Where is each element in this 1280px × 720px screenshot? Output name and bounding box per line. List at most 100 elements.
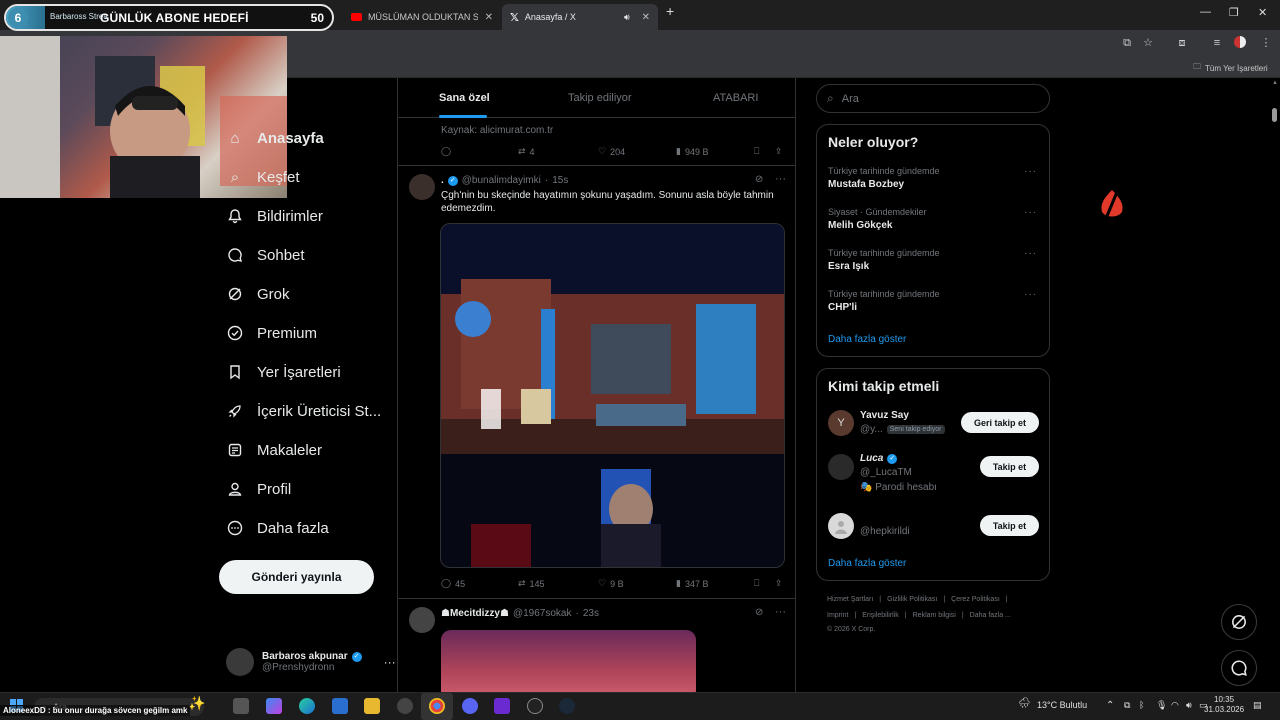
microphone-icon[interactable]: 🎙︎ xyxy=(1156,700,1167,711)
post-more-icon[interactable]: ··· xyxy=(775,606,786,618)
post-time[interactable]: 23s xyxy=(583,608,599,619)
nav-notifications[interactable]: Bildirimler xyxy=(226,207,323,225)
profile-avatar-icon[interactable] xyxy=(1233,36,1247,50)
nav-explore[interactable]: ⌕ Keşfet xyxy=(226,168,300,186)
minimize-icon[interactable]: — xyxy=(1200,6,1211,18)
post-author-handle[interactable]: @bunalimdayimki xyxy=(462,175,541,186)
notifications-icon[interactable]: ▤ xyxy=(1253,700,1262,711)
follow-back-button[interactable]: Geri takip et xyxy=(961,412,1039,433)
show-more-follows-link[interactable]: Daha fazla göster xyxy=(828,558,906,569)
install-app-icon[interactable]: ⧉ xyxy=(1120,36,1134,50)
post-author-handle[interactable]: @1967sokak xyxy=(513,608,572,619)
footer-link[interactable]: Imprint xyxy=(827,612,848,619)
avatar[interactable] xyxy=(828,513,854,539)
trend-item[interactable]: Mustafa Bozbey xyxy=(828,179,904,190)
scrollbar-thumb[interactable] xyxy=(1272,108,1277,122)
trend-item[interactable]: CHP'li xyxy=(828,302,857,313)
avatar[interactable] xyxy=(409,607,435,633)
reply-button[interactable]: ◯ xyxy=(441,146,451,157)
weather-text[interactable]: 13°C Bulutlu xyxy=(1037,700,1087,710)
wifi-icon[interactable]: ◠ xyxy=(1171,700,1179,711)
mail-icon[interactable] xyxy=(332,698,348,714)
scroll-up-icon[interactable]: ▲ xyxy=(1272,80,1278,88)
show-more-trends-link[interactable]: Daha fazla göster xyxy=(828,334,906,345)
nav-home[interactable]: ⌂ Anasayfa xyxy=(226,129,323,147)
suggested-user-name[interactable]: Luca xyxy=(860,453,883,464)
footer-link[interactable]: Hizmet Şartları xyxy=(827,596,873,603)
suggested-user-name[interactable]: Yavuz Say xyxy=(860,410,909,421)
avatar[interactable] xyxy=(409,174,435,200)
tray-chevron-icon[interactable]: ⌃ xyxy=(1106,700,1114,711)
browser-menu-icon[interactable]: ⋮ xyxy=(1259,36,1273,50)
weather-icon[interactable]: 🌧︎ xyxy=(1018,698,1031,709)
grok-explain-icon[interactable]: ⊘ xyxy=(755,607,763,618)
nav-bookmarks[interactable]: Yer İşaretleri xyxy=(226,363,341,381)
grok-explain-icon[interactable]: ⊘ xyxy=(755,174,763,185)
tab-for-you[interactable]: Sana özel xyxy=(439,92,490,104)
reply-button[interactable]: ◯ 45 xyxy=(441,578,465,589)
tab-list-atabari[interactable]: ATABARI xyxy=(713,92,758,104)
grok-fab-button[interactable] xyxy=(1221,604,1257,640)
link-source[interactable]: Kaynak: alicimurat.com.tr xyxy=(441,125,553,136)
bluetooth-icon[interactable]: ᛒ xyxy=(1139,700,1144,710)
like-button[interactable]: ♡ 204 xyxy=(598,146,625,157)
media-controls-icon[interactable]: ≡ xyxy=(1210,36,1224,50)
bookmark-post-button[interactable]: ⎕ xyxy=(754,578,759,589)
share-button[interactable]: ⇪ xyxy=(775,578,783,589)
follow-button[interactable]: Takip et xyxy=(980,515,1039,536)
bookmark-post-button[interactable]: ⎕ xyxy=(754,146,759,157)
like-button[interactable]: ♡ 9 B xyxy=(598,578,624,589)
all-bookmarks-button[interactable]: 🗀 Tüm Yer İşaretleri xyxy=(1193,61,1268,75)
restore-icon[interactable]: ❐ xyxy=(1229,6,1239,19)
nav-articles[interactable]: Makaleler xyxy=(226,441,322,459)
steam-icon[interactable] xyxy=(559,698,575,714)
post-more-icon[interactable]: ··· xyxy=(775,173,786,185)
trend-more-icon[interactable]: ··· xyxy=(1024,248,1037,259)
post-media-video[interactable] xyxy=(440,223,785,568)
nav-profile[interactable]: Profil xyxy=(226,480,291,498)
tab-following[interactable]: Takip ediliyor xyxy=(568,92,632,104)
discord-icon[interactable] xyxy=(462,698,478,714)
chrome-icon[interactable] xyxy=(429,698,445,714)
bookmark-star-icon[interactable]: ☆ xyxy=(1141,36,1155,50)
nav-more[interactable]: Daha fazla xyxy=(226,519,329,537)
footer-link[interactable]: Daha fazla ... xyxy=(970,612,1011,619)
views-button[interactable]: ▮ 949 B xyxy=(676,146,708,157)
xbox-icon[interactable] xyxy=(397,698,413,714)
trend-more-icon[interactable]: ··· xyxy=(1024,166,1037,177)
avatar[interactable] xyxy=(828,454,854,480)
nzxt-icon[interactable] xyxy=(494,698,510,714)
volume-icon[interactable]: 🔊︎ xyxy=(1186,700,1192,711)
footer-link[interactable]: Çerez Politikası xyxy=(951,596,1000,603)
edge-icon[interactable] xyxy=(299,698,315,714)
new-tab-button[interactable]: + xyxy=(666,3,674,19)
footer-link[interactable]: Erişilebilirlik xyxy=(862,612,899,619)
nav-creator-studio[interactable]: İçerik Üreticisi St... xyxy=(226,402,381,420)
views-button[interactable]: ▮ 347 B xyxy=(676,578,708,589)
messages-fab-button[interactable] xyxy=(1221,650,1257,686)
close-tab-icon[interactable]: ✕ xyxy=(485,12,493,23)
nav-chat[interactable]: Sohbet xyxy=(226,246,305,264)
copilot-sparkle-icon[interactable]: ✨ xyxy=(188,695,205,712)
post-author-name[interactable]: . xyxy=(441,175,444,186)
tab-x-home[interactable]: 𝕏 Anasayfa / X 🔊︎ ✕ xyxy=(502,4,658,30)
trend-more-icon[interactable]: ··· xyxy=(1024,289,1037,300)
footer-link[interactable]: Gizlilik Politikası xyxy=(887,596,937,603)
avatar[interactable]: Y xyxy=(828,410,854,436)
extensions-icon[interactable]: ⧈ xyxy=(1175,36,1189,50)
task-view-icon[interactable] xyxy=(233,698,249,714)
speaker-icon[interactable]: 🔊︎ xyxy=(624,12,630,23)
tray-app-icon[interactable]: ⧉ xyxy=(1124,700,1130,711)
trend-item[interactable]: Esra Işık xyxy=(828,261,869,272)
page-scrollbar[interactable]: ▲ xyxy=(1271,80,1278,692)
window-close-icon[interactable]: ✕ xyxy=(1258,6,1267,19)
account-switcher[interactable]: Barbaros akpunar ✓ @Prenshydronn ··· xyxy=(226,648,396,676)
search-input[interactable]: ⌕ Ara xyxy=(816,84,1050,113)
more-dots-icon[interactable]: ··· xyxy=(384,655,396,669)
follow-button[interactable]: Takip et xyxy=(980,456,1039,477)
copilot-icon[interactable] xyxy=(266,698,282,714)
obs-icon[interactable] xyxy=(527,698,543,714)
file-explorer-icon[interactable] xyxy=(364,698,380,714)
footer-link[interactable]: Reklam bilgisi xyxy=(913,612,956,619)
trend-item[interactable]: Melih Gökçek xyxy=(828,220,892,231)
